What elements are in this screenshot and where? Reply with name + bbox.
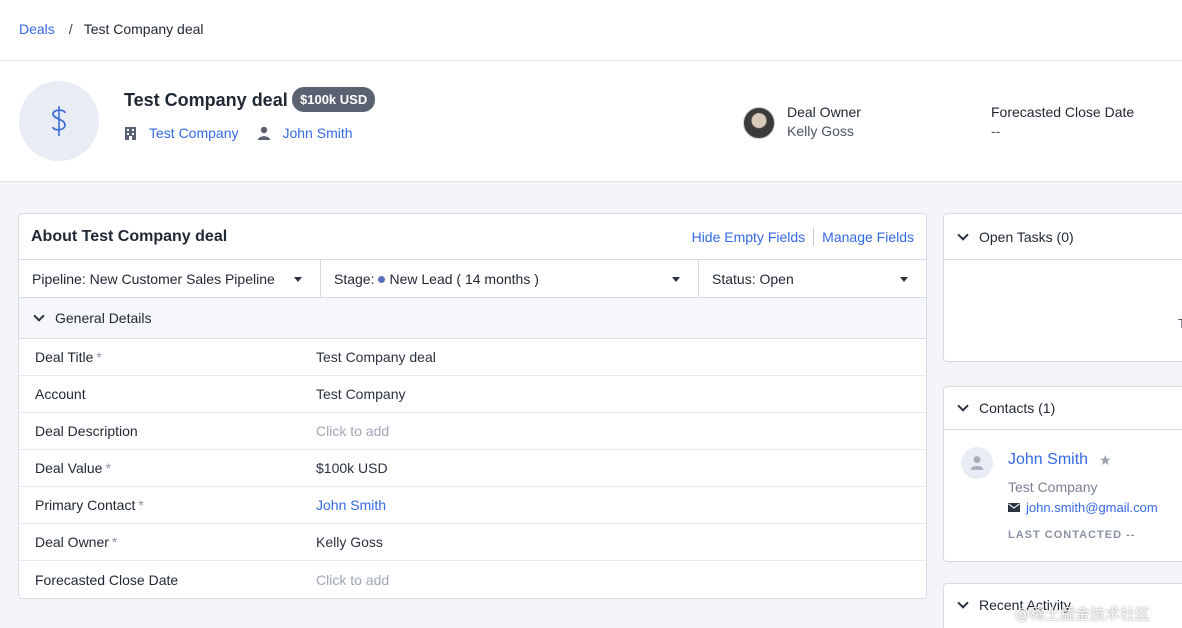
field-label: Primary Contact xyxy=(35,497,136,513)
field-row-account: Account Test Company xyxy=(19,376,926,413)
star-icon[interactable]: ★ xyxy=(1099,452,1112,469)
field-label: Deal Description xyxy=(35,423,138,439)
deal-owner-label: Deal Owner xyxy=(787,104,861,120)
person-icon xyxy=(257,126,271,140)
contact-name-link[interactable]: John Smith xyxy=(1008,451,1088,469)
building-icon xyxy=(124,126,138,140)
contact-avatar xyxy=(961,447,993,479)
open-tasks-toggle[interactable]: Open Tasks (0) xyxy=(944,214,1182,260)
required-marker: * xyxy=(96,349,102,365)
watermark: @稀土掘金技术社区 xyxy=(1015,605,1151,623)
close-date-label: Forecasted Close Date xyxy=(991,104,1135,120)
status-dropdown[interactable]: Status: Open xyxy=(699,260,926,298)
field-row-deal-value: Deal Value * $100k USD xyxy=(19,450,926,487)
field-value-placeholder[interactable]: Click to add xyxy=(316,572,389,588)
field-label: Deal Owner xyxy=(35,534,109,550)
contact-email-link[interactable]: john.smith@gmail.com xyxy=(1026,500,1158,515)
open-tasks-body: T xyxy=(944,260,1182,360)
field-label: Deal Title xyxy=(35,349,94,365)
required-marker: * xyxy=(105,460,111,476)
general-details-toggle[interactable]: General Details xyxy=(19,298,926,339)
status-label: Status: xyxy=(712,271,756,287)
deal-value-badge: $100k USD xyxy=(292,87,376,112)
required-marker: * xyxy=(111,534,118,550)
field-row-primary-contact: Primary Contact * John Smith xyxy=(19,487,926,524)
deal-owner-field: Deal Owner Kelly Goss xyxy=(787,104,861,139)
mail-icon xyxy=(1008,503,1020,512)
field-row-deal-owner: Deal Owner * Kelly Goss xyxy=(19,524,926,561)
breadcrumb: Deals / Test Company deal xyxy=(19,21,204,37)
dollar-icon xyxy=(52,106,66,136)
tasks-truncated-text: T xyxy=(1178,316,1182,331)
breadcrumb-bar: Deals / Test Company deal xyxy=(0,0,1182,61)
field-label: Deal Value xyxy=(35,460,103,476)
field-value[interactable]: Kelly Goss xyxy=(316,534,383,550)
breadcrumb-separator: / xyxy=(68,21,73,37)
chevron-down-icon xyxy=(957,597,969,609)
breadcrumb-current: Test Company deal xyxy=(83,21,204,37)
stage-dropdown[interactable]: Stage: New Lead ( 14 months ) xyxy=(321,260,699,298)
contacts-toggle[interactable]: Contacts (1) xyxy=(944,387,1182,430)
close-date-value: -- xyxy=(991,123,1001,139)
chevron-down-icon xyxy=(957,228,969,241)
contacts-card: Contacts (1) John Smith ★ Test Company j… xyxy=(943,386,1182,562)
breadcrumb-deals-link[interactable]: Deals xyxy=(19,21,55,37)
field-value-placeholder[interactable]: Click to add xyxy=(316,423,389,439)
chevron-down-icon xyxy=(33,310,45,322)
person-icon xyxy=(970,456,984,470)
caret-down-icon xyxy=(672,276,680,282)
field-value[interactable]: Test Company deal xyxy=(316,349,436,365)
field-label: Account xyxy=(35,386,86,402)
stage-value: New Lead ( 14 months ) xyxy=(389,271,539,287)
field-value[interactable]: Test Company xyxy=(316,386,405,402)
contact-email-row: john.smith@gmail.com xyxy=(1008,500,1158,515)
header-account-link[interactable]: Test Company xyxy=(149,125,238,141)
general-details-title: General Details xyxy=(55,310,152,326)
field-row-forecasted-close-date: Forecasted Close Date Click to add xyxy=(19,561,926,598)
header-contact-link[interactable]: John Smith xyxy=(282,125,352,141)
deal-header: Test Company deal $100k USD Test Company… xyxy=(0,61,1182,182)
caret-down-icon xyxy=(294,276,302,282)
about-deal-card: About Test Company deal Hide Empty Field… xyxy=(18,213,927,599)
deal-meta: Test Company John Smith xyxy=(124,125,372,141)
primary-contact-link[interactable]: John Smith xyxy=(316,497,386,513)
actions-divider xyxy=(813,227,815,246)
stage-label: Stage: xyxy=(334,271,375,287)
chevron-down-icon xyxy=(957,400,969,412)
details-table: Deal Title * Test Company deal Account Te… xyxy=(19,339,926,598)
required-marker: * xyxy=(138,497,144,513)
pipeline-dropdown[interactable]: Pipeline: New Customer Sales Pipeline xyxy=(19,260,321,298)
about-card-title: About Test Company deal xyxy=(31,227,228,245)
field-row-deal-description: Deal Description Click to add xyxy=(19,413,926,450)
contact-company: Test Company xyxy=(1008,479,1098,495)
field-value[interactable]: $100k USD xyxy=(316,460,388,476)
deal-avatar xyxy=(19,81,99,161)
owner-avatar xyxy=(743,107,775,139)
pipeline-label: Pipeline: xyxy=(32,271,86,287)
hide-empty-fields-link[interactable]: Hide Empty Fields xyxy=(692,229,806,245)
deal-selectors: Pipeline: New Customer Sales Pipeline St… xyxy=(19,260,926,298)
page-title: Test Company deal xyxy=(124,90,288,110)
status-value: Open xyxy=(759,271,794,287)
open-tasks-title: Open Tasks (0) xyxy=(979,228,1074,245)
manage-fields-link[interactable]: Manage Fields xyxy=(822,229,914,245)
deal-owner-value: Kelly Goss xyxy=(787,123,854,139)
field-label: Forecasted Close Date xyxy=(35,571,179,588)
about-card-header: About Test Company deal Hide Empty Field… xyxy=(19,214,926,260)
close-date-field: Forecasted Close Date -- xyxy=(991,104,1134,139)
stage-dot-icon xyxy=(378,276,386,284)
open-tasks-card: Open Tasks (0) T xyxy=(943,213,1182,362)
pipeline-value: New Customer Sales Pipeline xyxy=(89,271,275,287)
last-contacted: LAST CONTACTED -- xyxy=(1008,529,1136,541)
contacts-title: Contacts (1) xyxy=(979,400,1056,416)
field-row-deal-title: Deal Title * Test Company deal xyxy=(19,339,926,376)
caret-down-icon xyxy=(900,276,908,282)
